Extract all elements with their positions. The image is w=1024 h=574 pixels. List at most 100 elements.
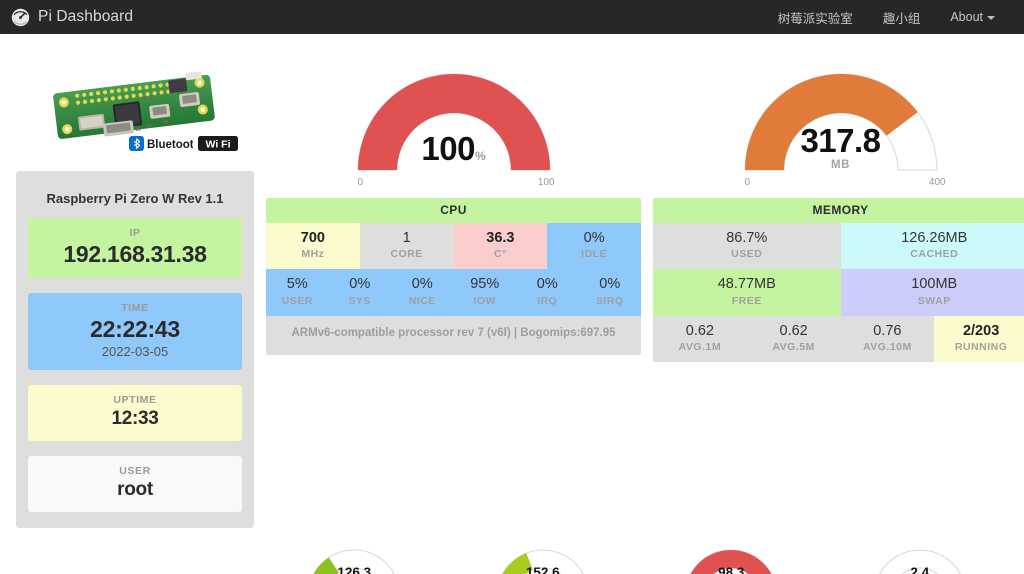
uptime-value: 12:33 <box>111 407 159 429</box>
mini-cards-row: 126.3 MB 0 400 CACHE 34.44% USED 38.96MB… <box>0 542 1024 574</box>
memory-panel-row-3: 0.62 AVG.1M 0.62 AVG.5M 0.76 AVG.10M 2/2… <box>653 315 1024 363</box>
memory-cell-free: 48.77MB FREE <box>653 269 841 316</box>
system-info-sidebar: Raspberry Pi Zero W Rev 1.1 IP 192.168.3… <box>16 171 254 528</box>
cpu-panel-row-1: 700 MHz 1 CORE 36.3 C° 0% IDLE <box>266 223 641 270</box>
cpu-panel-title: CPU <box>266 198 641 223</box>
cpu-panel-footer: ARMv6-compatible processor rev 7 (v6l) |… <box>266 315 641 355</box>
cpu-panel: CPU 700 MHz 1 CORE 36.3 C° 0% IDLE 5% US… <box>266 198 641 355</box>
wifi-badge-icon: Wi Fi <box>198 136 238 156</box>
memory-panel-row-1: 86.7% USED 126.26MB CACHED <box>653 223 1024 270</box>
cpu-cell-iow: 95% IOW <box>453 269 516 316</box>
cpu-temp-label: C° <box>493 248 507 261</box>
nav-link-lab[interactable]: 树莓派实验室 <box>763 1 868 34</box>
memory-gauge-max: 400 <box>928 177 946 188</box>
cpu-mhz-label: MHz <box>301 248 325 261</box>
uptime-label: UPTIME <box>113 393 157 406</box>
gauge-icon <box>11 8 30 27</box>
loadavg-cell-1m: 0.62 AVG.1M <box>653 315 747 363</box>
cpu-sys-label: SYS <box>348 294 371 307</box>
nav-links: 树莓派实验室 趣小组 About <box>763 1 1010 34</box>
memory-panel-title: MEMORY <box>653 198 1024 223</box>
mini-card-real-memory: 152.6 MB 0 400 REAL MEMORY 41.63% USED 2… <box>449 542 638 574</box>
cpu-idle-value: 0% <box>583 230 605 246</box>
processes-running-label: RUNNING <box>954 341 1008 354</box>
memory-used-value: 86.7% <box>726 230 768 246</box>
cpu-mhz-value: 700 <box>300 230 325 246</box>
cpu-iow-value: 95% <box>470 276 500 293</box>
date-value: 2022-03-05 <box>101 343 169 359</box>
memory-cell-used: 86.7% USED <box>653 223 841 270</box>
cpu-cell-core: 1 CORE <box>359 223 454 270</box>
memory-swap-label: SWAP <box>917 294 951 307</box>
cpu-cell-user: 5% USER <box>266 269 329 316</box>
svg-text:Wi Fi: Wi Fi <box>206 139 231 151</box>
ip-label: IP <box>129 227 141 239</box>
mini-card-swap: 98.3 MB 0 100 SWAP 98.3% USED 1.7MB FREE <box>637 542 826 574</box>
cpu-sys-value: 0% <box>349 276 371 293</box>
cpu-irq-label: IRQ <box>537 294 558 307</box>
cpu-temp-value: 36.3 <box>486 230 515 246</box>
memory-free-label: FREE <box>731 294 762 307</box>
info-box-time: TIME 22:22:43 2022-03-05 <box>28 293 242 370</box>
swap-gauge: 98.3 MB 0 100 <box>647 542 816 574</box>
memory-cell-swap: 100MB SWAP <box>840 269 1024 316</box>
cpu-sirq-value: 0% <box>599 276 621 293</box>
cpu-cell-sirq: 0% SIRQ <box>578 269 641 316</box>
memory-free-value: 48.77MB <box>717 276 776 293</box>
memory-panel: MEMORY 86.7% USED 126.26MB CACHED 48.77M… <box>653 198 1024 363</box>
cpu-panel-row-2: 5% USER 0% SYS 0% NICE 95% IOW 0% IRQ 0%… <box>266 269 641 316</box>
pi-board-photo: Bluetooth Wi Fi <box>16 48 254 166</box>
real-memory-gauge: 152.6 MB 0 400 <box>459 542 628 574</box>
board-model: Raspberry Pi Zero W Rev 1.1 <box>46 191 224 206</box>
brand-title: Pi Dashboard <box>38 8 134 25</box>
loadavg-5m-value: 0.62 <box>779 322 808 339</box>
cpu-cell-temp: 36.3 C° <box>453 223 548 270</box>
wireless-badges: Bluetooth Wi Fi <box>129 136 238 156</box>
memory-used-label: USED <box>731 248 763 261</box>
loadavg-5m-label: AVG.5M <box>772 341 815 354</box>
info-box-ip: IP 192.168.31.38 <box>28 218 242 279</box>
cpu-nice-label: NICE <box>408 294 436 307</box>
loadavg-cell-10m: 0.76 AVG.10M <box>840 315 935 363</box>
processes-running-value: 2/203 <box>962 322 1000 339</box>
nav-link-group[interactable]: 趣小组 <box>868 1 936 34</box>
cpu-gauge-max: 100 <box>537 177 555 188</box>
mini-card-disk: 2.4 GB 0 16 DISK 16.44% USED 11.982GB FR… <box>826 542 1015 574</box>
cache-gauge: 126.3 MB 0 400 <box>270 542 439 574</box>
ip-value: 192.168.31.38 <box>63 241 207 267</box>
chevron-down-icon <box>987 15 995 20</box>
cpu-cell-sys: 0% SYS <box>328 269 391 316</box>
cpu-core-value: 1 <box>402 230 411 246</box>
cpu-sirq-label: SIRQ <box>595 294 624 307</box>
brand[interactable]: Pi Dashboard <box>11 8 133 27</box>
time-label: TIME <box>121 302 149 315</box>
memory-cached-value: 126.26MB <box>901 230 968 246</box>
memory-cell-cached: 126.26MB CACHED <box>840 223 1024 270</box>
mini-card-cache: 126.3 MB 0 400 CACHE 34.44% USED 38.96MB… <box>260 542 449 574</box>
memory-column: 317.8 MB 0 400 MEMORY 86.7% USED 126.26M… <box>647 48 1024 528</box>
cpu-gauge-area: 100% 0 100 <box>266 48 641 198</box>
cpu-idle-label: IDLE <box>581 248 608 261</box>
cpu-gauge-min: 0 <box>357 177 364 188</box>
svg-text:Bluetooth: Bluetooth <box>147 139 193 151</box>
page-body: Bluetooth Wi Fi Raspberry Pi Zero W Rev … <box>0 34 1024 528</box>
memory-gauge-min: 0 <box>744 177 751 188</box>
info-box-user: USER root <box>28 455 242 512</box>
processes-running-cell: 2/203 RUNNING <box>934 315 1024 363</box>
cpu-gauge: 100% 0 100 <box>349 64 559 192</box>
cpu-column: 100% 0 100 CPU 700 MHz 1 CORE 36.3 C° 0%… <box>260 48 647 528</box>
cpu-irq-value: 0% <box>536 276 558 293</box>
memory-gauge-area: 317.8 MB 0 400 <box>653 48 1024 198</box>
cpu-cell-nice: 0% NICE <box>391 269 454 316</box>
left-column: Bluetooth Wi Fi Raspberry Pi Zero W Rev … <box>10 48 260 528</box>
cpu-cell-irq: 0% IRQ <box>516 269 579 316</box>
nav-link-about[interactable]: About <box>935 3 1010 31</box>
cpu-user-value: 5% <box>286 276 308 293</box>
cpu-cell-idle: 0% IDLE <box>547 223 641 270</box>
time-value: 22:22:43 <box>90 316 180 343</box>
cpu-cell-mhz: 700 MHz <box>266 223 360 270</box>
memory-swap-value: 100MB <box>911 276 958 293</box>
memory-gauge: 317.8 MB 0 400 <box>736 64 946 192</box>
cpu-core-label: CORE <box>390 248 423 261</box>
user-label: USER <box>119 464 151 477</box>
